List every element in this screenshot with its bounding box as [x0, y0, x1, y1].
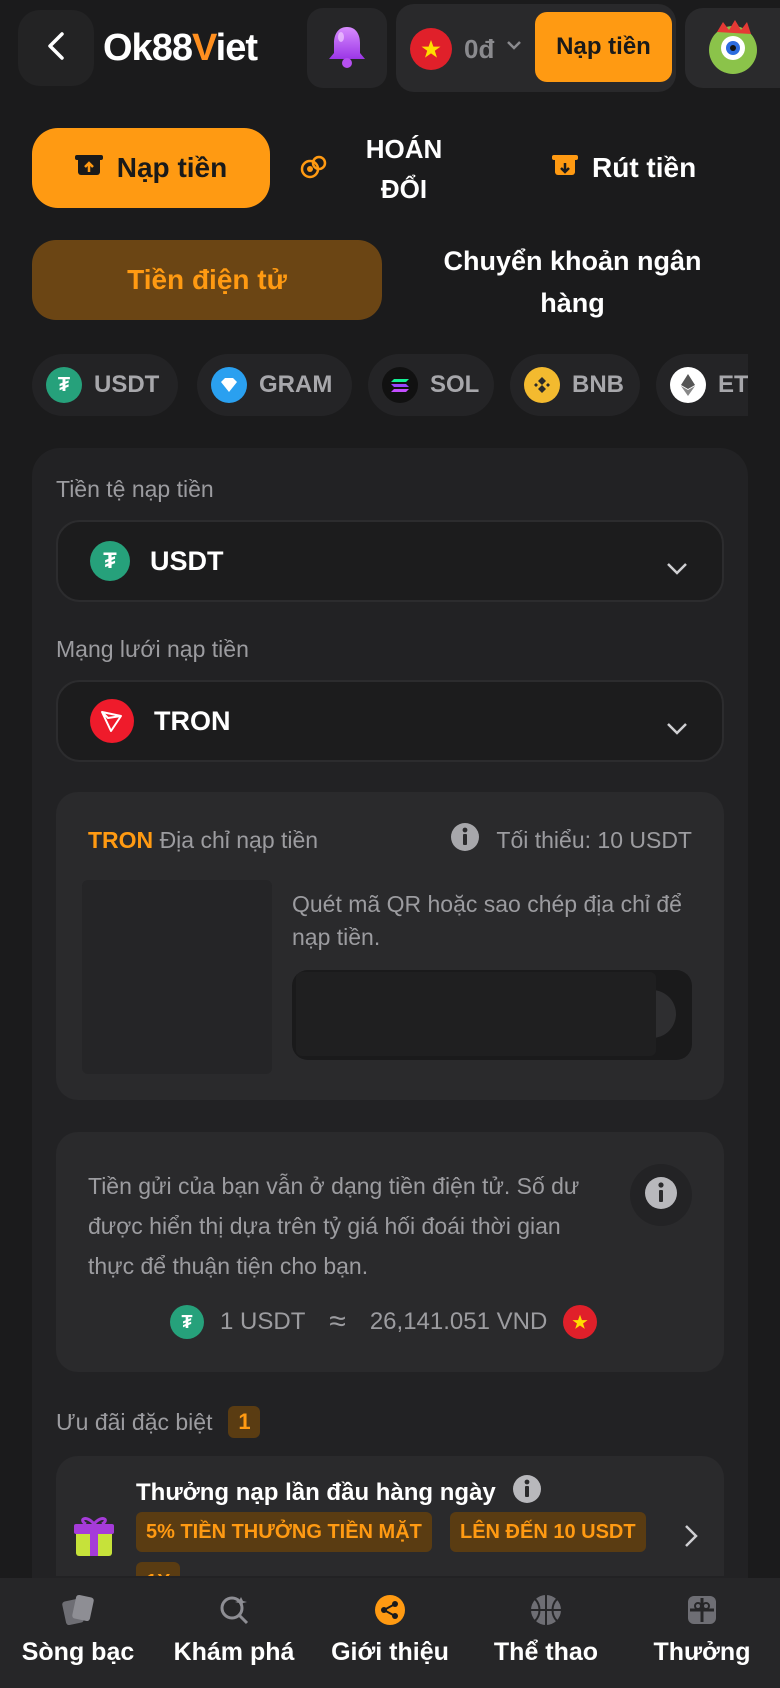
- bnb-icon: [524, 367, 560, 403]
- network-select[interactable]: TRON: [56, 680, 724, 762]
- header-deposit-button[interactable]: Nạp tiền: [535, 12, 672, 82]
- vietnam-flag-icon: [410, 28, 452, 70]
- tab-swap[interactable]: HOÁN ĐỔI: [300, 130, 490, 208]
- minimum-deposit: Tối thiểu: 10 USDT: [450, 822, 692, 858]
- coin-label: SOL: [430, 371, 480, 398]
- chevron-down-icon: [506, 38, 522, 56]
- eth-icon: [670, 367, 706, 403]
- sol-icon: [382, 367, 418, 403]
- chevron-down-icon: [666, 712, 688, 743]
- promo-card[interactable]: Thưởng nạp lần đầu hàng ngày 5% TIỀN THƯ…: [56, 1456, 724, 1576]
- chevron-left-icon: [45, 31, 67, 66]
- tab-deposit[interactable]: Nạp tiền: [32, 128, 270, 208]
- bell-icon: [325, 23, 369, 74]
- bottom-navigation: Sòng bạc Khám phá Giới thiệu Thể thao Th…: [0, 1578, 780, 1688]
- coin-chip-gram[interactable]: GRAM: [197, 354, 352, 416]
- qr-code: [82, 880, 272, 1074]
- coin-selector: ₮ USDT GRAM SOL BNB ET: [32, 354, 748, 416]
- gift-box-icon: [72, 1514, 116, 1563]
- promo-section-header: Ưu đãi đặc biệt 1: [56, 1406, 261, 1438]
- promo-tag-rollover: 1X: [136, 1562, 181, 1576]
- subtab-bank-transfer[interactable]: Chuyển khoản ngân hàng: [425, 240, 720, 322]
- deposit-icon: [74, 152, 103, 185]
- tab-withdraw-label: Rút tiền: [592, 152, 697, 183]
- nav-rewards[interactable]: Thưởng: [624, 1590, 780, 1680]
- promo-count-badge: 1: [228, 1406, 261, 1438]
- gram-icon: [211, 367, 247, 403]
- nav-explore[interactable]: Khám phá: [156, 1590, 312, 1680]
- info-icon: [644, 1176, 678, 1215]
- brand-logo[interactable]: Ok88Viet: [103, 22, 258, 74]
- promo-name: Thưởng nạp lần đầu hàng ngày: [136, 1474, 542, 1511]
- address-title: TRON Địa chỉ nạp tiền: [88, 827, 319, 853]
- nav-casino[interactable]: Sòng bạc: [0, 1590, 156, 1680]
- rate-to: 26,141.051 VND: [369, 1308, 548, 1335]
- avatar[interactable]: [685, 8, 780, 88]
- promo-tag-max: LÊN ĐẾN 10 USDT: [450, 1512, 646, 1552]
- tab-swap-label: HOÁN ĐỔI: [365, 134, 443, 204]
- share-icon: [370, 1590, 410, 1630]
- usdt-icon: ₮: [170, 1305, 204, 1339]
- balance-amount: 0đ: [464, 34, 495, 64]
- rate-line: ₮ 1 USDT ≈ 26,141.051 VND: [170, 1302, 598, 1342]
- rate-info-button[interactable]: [630, 1164, 692, 1226]
- coin-chip-eth[interactable]: ET: [656, 354, 748, 416]
- approx-sign: ≈: [329, 1305, 346, 1338]
- notification-button[interactable]: [307, 8, 387, 88]
- currency-value: USDT: [150, 545, 224, 576]
- vietnam-flag-icon: [563, 1305, 598, 1339]
- subtab-crypto[interactable]: Tiền điện tử: [32, 240, 382, 320]
- rate-explanation: Tiền gửi của bạn vẫn ở dạng tiền điện tử…: [88, 1173, 580, 1279]
- currency-label: Tiền tệ nạp tiền: [56, 476, 214, 502]
- avatar-icon: [708, 20, 757, 74]
- nav-sports[interactable]: Thể thao: [468, 1590, 624, 1680]
- coin-label: GRAM: [259, 371, 333, 398]
- chevron-right-icon: [684, 1524, 698, 1553]
- promo-tag-cashback: 5% TIỀN THƯỞNG TIỀN MẶT: [136, 1512, 432, 1552]
- coin-label: BNB: [572, 371, 624, 398]
- coin-label: ET: [718, 371, 748, 398]
- swap-icon: [300, 154, 328, 185]
- deposit-address-card: TRON Địa chỉ nạp tiền Tối thiểu: 10 USDT…: [56, 792, 724, 1100]
- info-icon[interactable]: [450, 822, 480, 858]
- tron-icon: [90, 699, 134, 743]
- explore-icon: [214, 1590, 254, 1630]
- network-value: TRON: [154, 705, 231, 736]
- coin-label: USDT: [94, 371, 160, 398]
- coin-chip-bnb[interactable]: BNB: [510, 354, 640, 416]
- nav-referral[interactable]: Giới thiệu: [312, 1590, 468, 1680]
- usdt-icon: ₮: [90, 541, 130, 581]
- network-label: Mạng lưới nạp tiền: [56, 636, 249, 662]
- address-value: [296, 972, 656, 1056]
- withdraw-icon: [552, 152, 578, 185]
- promo-section-title: Ưu đãi đặc biệt: [56, 1408, 213, 1435]
- back-button[interactable]: [18, 10, 94, 86]
- coin-chip-sol[interactable]: SOL: [368, 354, 494, 416]
- deposit-address-field[interactable]: [292, 970, 692, 1060]
- usdt-icon: ₮: [46, 367, 82, 403]
- cards-icon: [58, 1590, 98, 1630]
- rate-from: 1 USDT: [220, 1308, 306, 1335]
- exchange-rate-card: Tiền gửi của bạn vẫn ở dạng tiền điện tử…: [56, 1132, 724, 1372]
- qr-hint: Quét mã QR hoặc sao chép địa chỉ để nạp …: [292, 891, 682, 950]
- info-icon[interactable]: [512, 1474, 542, 1511]
- coin-chip-usdt[interactable]: ₮ USDT: [32, 354, 178, 416]
- currency-select[interactable]: ₮ USDT: [56, 520, 724, 602]
- chevron-down-icon: [666, 552, 688, 583]
- gift-icon: [682, 1590, 722, 1630]
- tab-deposit-label: Nạp tiền: [116, 152, 228, 183]
- tab-withdraw[interactable]: Rút tiền: [552, 148, 696, 188]
- basketball-icon: [526, 1590, 566, 1630]
